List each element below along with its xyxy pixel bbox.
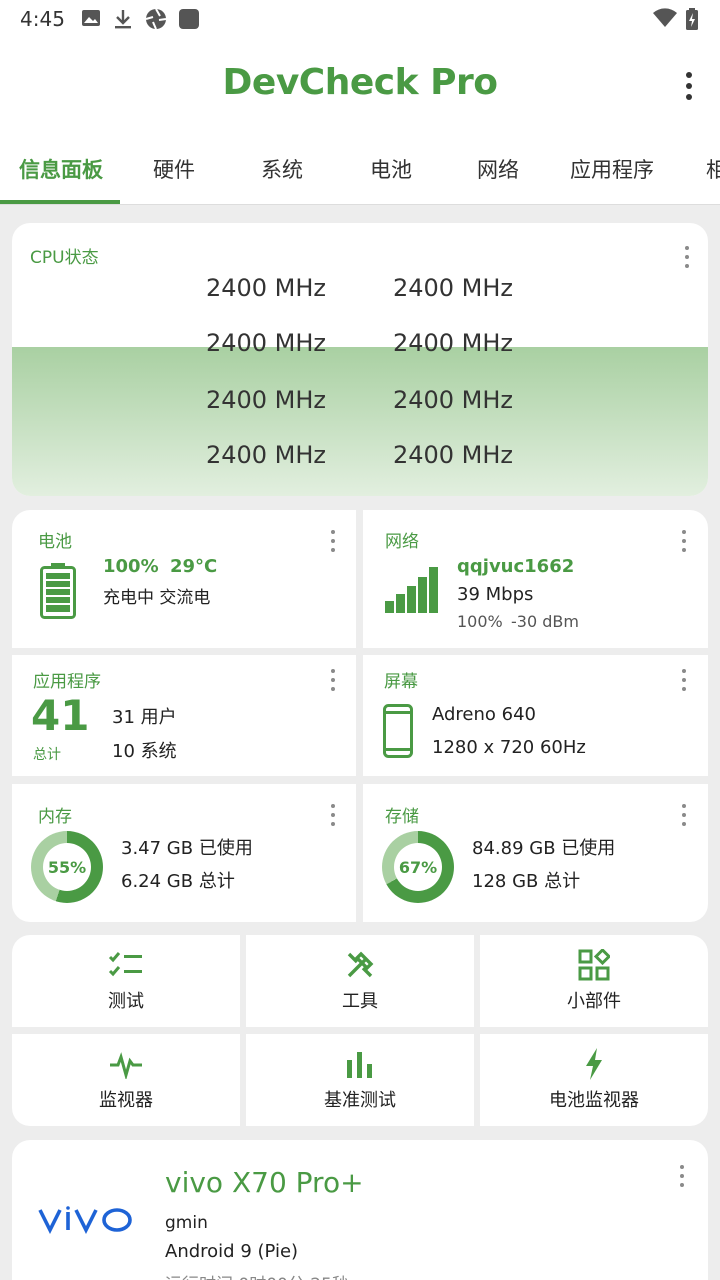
storage-card[interactable]: 存储 67% 84.89 GB 已使用 128 GB 总计 (363, 784, 708, 922)
wifi-ssid: qqjvuc1662 (457, 556, 575, 577)
tab-network[interactable]: 网络 (477, 154, 519, 184)
app-bar: DevCheck Pro (0, 38, 720, 130)
aperture-icon (145, 8, 167, 34)
tools-button[interactable]: 工具 (246, 935, 474, 1027)
gpu-name: Adreno 640 (432, 704, 537, 725)
storage-used: 84.89 GB 已使用 (472, 838, 616, 859)
vivo-logo (38, 1206, 132, 1238)
network-card-menu-button[interactable] (681, 530, 687, 552)
signal-bars-icon (385, 567, 439, 617)
checklist-icon (108, 949, 144, 981)
network-speed: 39 Mbps (457, 584, 534, 605)
battery-card-title: 电池 (38, 532, 72, 552)
memory-card[interactable]: 内存 55% 3.47 GB 已使用 6.24 GB 总计 (12, 784, 356, 922)
app-notification-icon (178, 8, 200, 34)
screen-resolution: 1280 x 720 60Hz (432, 737, 586, 758)
cpu-card-title: CPU状态 (30, 248, 99, 268)
storage-usage-donut: 67% (382, 831, 454, 903)
cpu-load-graph (12, 347, 708, 496)
signal-dbm: -30 dBm (511, 612, 579, 631)
apps-system-count: 10 系统 (112, 741, 177, 762)
battery-level: 100% (103, 556, 159, 577)
apps-card-menu-button[interactable] (330, 669, 336, 691)
tab-battery[interactable]: 电池 (370, 154, 412, 184)
monitors-button[interactable]: 监视器 (12, 1034, 240, 1126)
memory-percent: 55% (43, 843, 91, 891)
storage-total: 128 GB 总计 (472, 871, 581, 892)
tools-icon (342, 949, 378, 981)
tests-button[interactable]: 测试 (12, 935, 240, 1027)
device-info-card[interactable]: vivo X70 Pro+ gmin Android 9 (Pie) 运行时间 … (12, 1140, 708, 1280)
tools-label: 工具 (342, 991, 378, 1012)
widgets-button[interactable]: 小部件 (480, 935, 708, 1027)
apps-total-label: 总计 (33, 747, 61, 763)
network-card-title: 网络 (385, 532, 419, 552)
storage-card-menu-button[interactable] (681, 804, 687, 826)
cpu-core-0-freq: 2400 MHz (205, 274, 327, 302)
bar-chart-icon (342, 1048, 378, 1080)
status-time: 4:45 (20, 7, 65, 31)
widgets-label: 小部件 (567, 991, 621, 1012)
overflow-menu-button[interactable] (684, 72, 694, 100)
cpu-core-5-freq: 2400 MHz (392, 386, 514, 414)
tab-dashboard[interactable]: 信息面板 (19, 154, 103, 184)
memory-card-title: 内存 (38, 807, 72, 827)
device-name: vivo X70 Pro+ (165, 1166, 364, 1199)
phone-screen-icon (383, 704, 413, 762)
network-card[interactable]: 网络 qqjvuc1662 39 Mbps 100% -30 dBm (363, 510, 708, 648)
benchmark-label: 基准测试 (324, 1090, 396, 1111)
memory-card-menu-button[interactable] (330, 804, 336, 826)
app-title: DevCheck Pro (222, 62, 498, 103)
tab-bar: 信息面板 硬件 系统 电池 网络 应用程序 相 (0, 130, 720, 205)
apps-user-count: 31 用户 (112, 707, 177, 728)
cpu-core-7-freq: 2400 MHz (392, 441, 514, 469)
monitors-label: 监视器 (99, 1090, 153, 1111)
battery-full-icon (40, 563, 76, 623)
tab-camera[interactable]: 相 (706, 154, 720, 184)
status-bar: 4:45 (0, 0, 720, 38)
signal-strength: 100% (457, 612, 503, 631)
benchmark-button[interactable]: 基准测试 (246, 1034, 474, 1126)
memory-total: 6.24 GB 总计 (121, 871, 235, 892)
lightning-icon (576, 1048, 612, 1080)
cpu-core-6-freq: 2400 MHz (205, 441, 327, 469)
widgets-icon (576, 949, 612, 981)
cpu-core-2-freq: 2400 MHz (205, 329, 327, 357)
screen-card-title: 屏幕 (384, 672, 418, 692)
download-icon (113, 8, 133, 34)
storage-percent: 67% (394, 843, 442, 891)
memory-used: 3.47 GB 已使用 (121, 838, 253, 859)
pulse-icon (108, 1048, 144, 1080)
cpu-card-menu-button[interactable] (684, 246, 690, 268)
battery-status: 充电中 交流电 (103, 588, 211, 608)
tab-apps[interactable]: 应用程序 (570, 154, 654, 184)
battery-monitor-label: 电池监视器 (549, 1090, 639, 1111)
tests-label: 测试 (108, 991, 144, 1012)
apps-total-count: 41 (31, 691, 90, 740)
cpu-status-card[interactable]: CPU状态 2400 MHz 2400 MHz 2400 MHz 2400 MH… (12, 223, 708, 496)
battery-temp: 29°C (170, 556, 218, 577)
tab-hardware[interactable]: 硬件 (153, 154, 195, 184)
active-tab-indicator (0, 200, 120, 204)
device-card-menu-button[interactable] (679, 1165, 685, 1187)
cpu-core-1-freq: 2400 MHz (392, 274, 514, 302)
device-codename: gmin (165, 1213, 208, 1233)
apps-card[interactable]: 应用程序 41 总计 31 用户 10 系统 (12, 655, 356, 776)
android-version: Android 9 (Pie) (165, 1241, 299, 1262)
wifi-icon (652, 8, 678, 32)
battery-monitor-button[interactable]: 电池监视器 (480, 1034, 708, 1126)
cpu-core-4-freq: 2400 MHz (205, 386, 327, 414)
image-notification-icon (81, 8, 101, 32)
battery-card[interactable]: 电池 100% 29°C 充电中 交流电 (12, 510, 356, 648)
battery-card-menu-button[interactable] (330, 530, 336, 552)
battery-charging-icon (686, 8, 698, 34)
apps-card-title: 应用程序 (33, 672, 101, 692)
device-uptime: 运行时间 0时00分 25秒 (165, 1270, 349, 1280)
memory-usage-donut: 55% (31, 831, 103, 903)
cpu-core-3-freq: 2400 MHz (392, 329, 514, 357)
storage-card-title: 存储 (385, 807, 419, 827)
tab-system[interactable]: 系统 (261, 154, 303, 184)
screen-card[interactable]: 屏幕 Adreno 640 1280 x 720 60Hz (363, 655, 708, 776)
screen-card-menu-button[interactable] (681, 669, 687, 691)
